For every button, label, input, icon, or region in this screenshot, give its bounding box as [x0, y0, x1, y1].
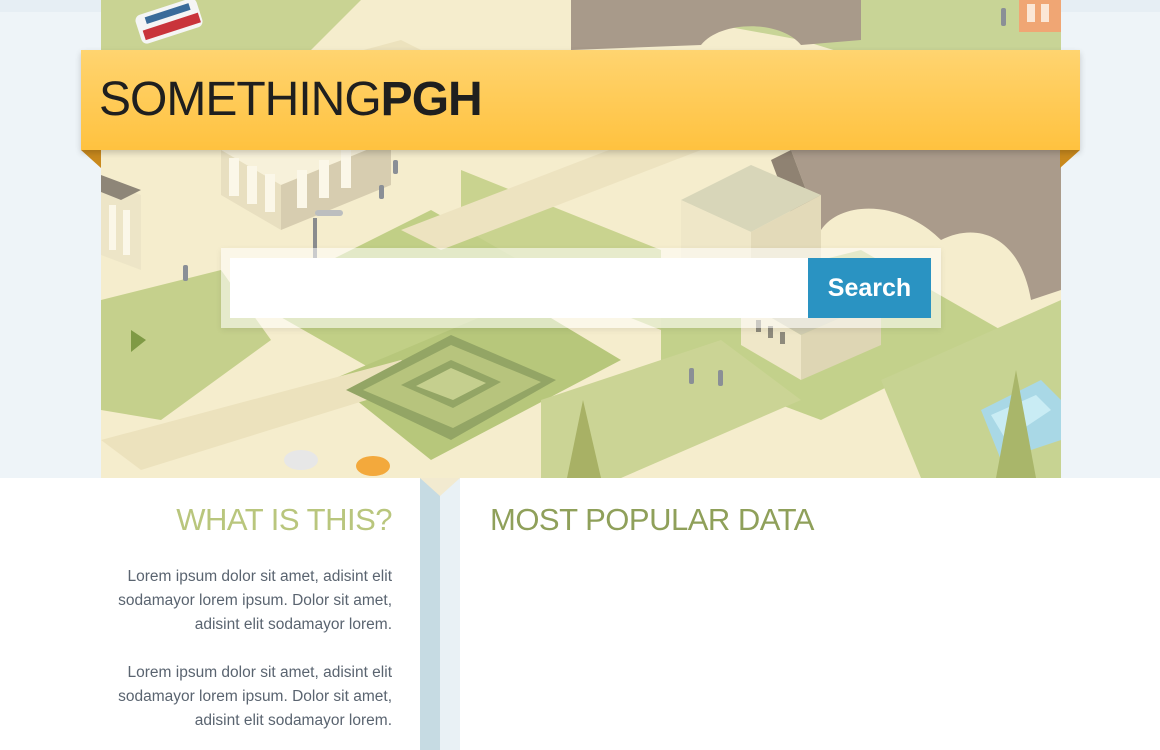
divider-notch [420, 478, 460, 496]
site-logo[interactable]: SOMETHINGPGH [99, 70, 483, 130]
search-input[interactable] [230, 258, 808, 318]
site-banner: SOMETHINGPGH [81, 50, 1080, 150]
popular-data-title: MOST POPULAR DATA [490, 502, 814, 537]
banner-fold-right [1060, 150, 1080, 168]
column-divider-light [440, 478, 460, 750]
content-area: WHAT IS THIS? Lorem ipsum dolor sit amet… [0, 478, 1160, 750]
column-divider [420, 478, 440, 750]
logo-bold-text: PGH [380, 73, 483, 126]
search-bar: Search [221, 248, 941, 328]
search-button[interactable]: Search [808, 258, 931, 318]
about-paragraph-1: Lorem ipsum dolor sit amet, adisint elit… [118, 568, 392, 633]
about-title: WHAT IS THIS? [176, 502, 392, 537]
banner-fold-left [81, 150, 101, 168]
logo-light-text: SOMETHING [99, 73, 382, 126]
about-paragraph-2: Lorem ipsum dolor sit amet, adisint elit… [118, 664, 392, 729]
